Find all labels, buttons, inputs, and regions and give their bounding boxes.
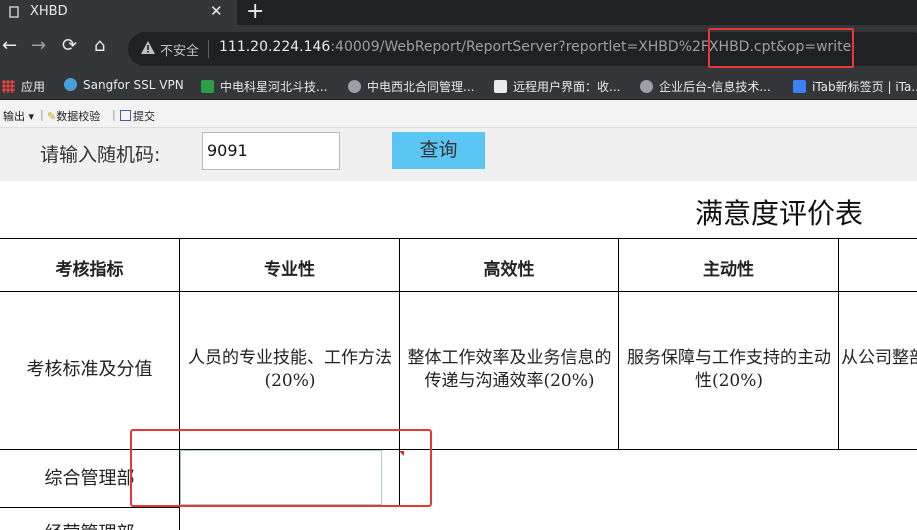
insecure-label: 不安全 xyxy=(160,44,200,59)
divider: | xyxy=(40,108,44,121)
globe-icon xyxy=(348,80,361,93)
grid-line xyxy=(0,291,917,292)
apps-icon xyxy=(2,80,15,93)
warning-icon[interactable] xyxy=(140,40,156,56)
criteria-cell: 服务保障与工作支持的主动性(20%) xyxy=(627,348,831,391)
bookmark-cetc[interactable]: 中电科星河北斗技... xyxy=(201,78,327,95)
criteria-cell: 整体工作效率及业务信息的传递与沟通效率(20%) xyxy=(407,348,612,391)
grid-line xyxy=(838,238,839,450)
tab-title: XHBD xyxy=(30,4,68,19)
bookmark-contract[interactable]: 中电西北合同管理... xyxy=(348,78,474,95)
pencil-icon: ✎ xyxy=(47,110,57,123)
criteria-label: 考核标准及分值 xyxy=(26,359,153,380)
random-code-input[interactable]: 9091 xyxy=(202,132,340,170)
report-title: 满意度评价表 xyxy=(695,197,864,230)
forward-button[interactable]: → xyxy=(31,36,46,56)
snowflake-icon xyxy=(201,80,214,93)
bookmark-remote[interactable]: 远程用户界面：收... xyxy=(494,78,620,95)
validate-button[interactable]: ✎数据校验 xyxy=(47,108,100,124)
reload-button[interactable]: ⟳ xyxy=(62,36,77,56)
document-icon xyxy=(8,6,20,18)
bookmark-enterprise[interactable]: 企业后台-信息技术... xyxy=(640,78,771,95)
report-toolbar: 输出 ▾ | ✎数据校验 | 提交 xyxy=(0,100,917,128)
query-label: 请输入随机码: xyxy=(40,144,161,166)
grid-line xyxy=(0,238,917,239)
home-button[interactable]: ⌂ xyxy=(94,36,105,56)
query-bar: 请输入随机码: 9091 查询 xyxy=(0,128,917,181)
divider xyxy=(208,40,209,58)
bookmark-itab[interactable]: iTab新标签页 | iTa... xyxy=(793,78,917,95)
annotation-box-url xyxy=(708,28,854,68)
submit-button[interactable]: 提交 xyxy=(120,108,155,124)
annotation-box-cell xyxy=(130,429,432,507)
globe-icon xyxy=(64,78,77,91)
butterfly-icon xyxy=(494,80,507,93)
save-icon xyxy=(120,110,131,121)
grid-line xyxy=(0,507,180,508)
export-menu[interactable]: 输出 ▾ xyxy=(3,108,34,124)
header-cell: 考核指标 xyxy=(55,260,124,280)
header-cell: 主动性 xyxy=(703,260,754,280)
new-tab-button[interactable]: + xyxy=(246,0,264,24)
criteria-cell: 人员的专业技能、工作方法(20%) xyxy=(188,348,392,391)
dept-cell: 经营管理部 xyxy=(0,522,179,530)
bookmarks-bar: 应用 Sangfor SSL VPN 中电科星河北斗技... 中电西北合同管理.… xyxy=(0,72,917,100)
browser-tab-strip: XHBD ✕ + xyxy=(0,0,917,25)
query-button[interactable]: 查询 xyxy=(392,132,485,169)
criteria-cell: 从公司整部 门才 xyxy=(841,348,917,368)
header-cell: 专业性 xyxy=(264,260,315,280)
bookmark-apps[interactable]: 应用 xyxy=(2,78,45,95)
bookmark-sangfor[interactable]: Sangfor SSL VPN xyxy=(64,78,184,92)
divider: | xyxy=(112,108,116,121)
globe-icon xyxy=(640,80,653,93)
close-icon[interactable]: ✕ xyxy=(210,2,223,20)
back-button[interactable]: ← xyxy=(2,36,17,56)
browser-tab[interactable]: XHBD ✕ xyxy=(0,0,237,25)
itab-icon xyxy=(793,80,806,93)
header-cell: 高效性 xyxy=(483,260,535,280)
